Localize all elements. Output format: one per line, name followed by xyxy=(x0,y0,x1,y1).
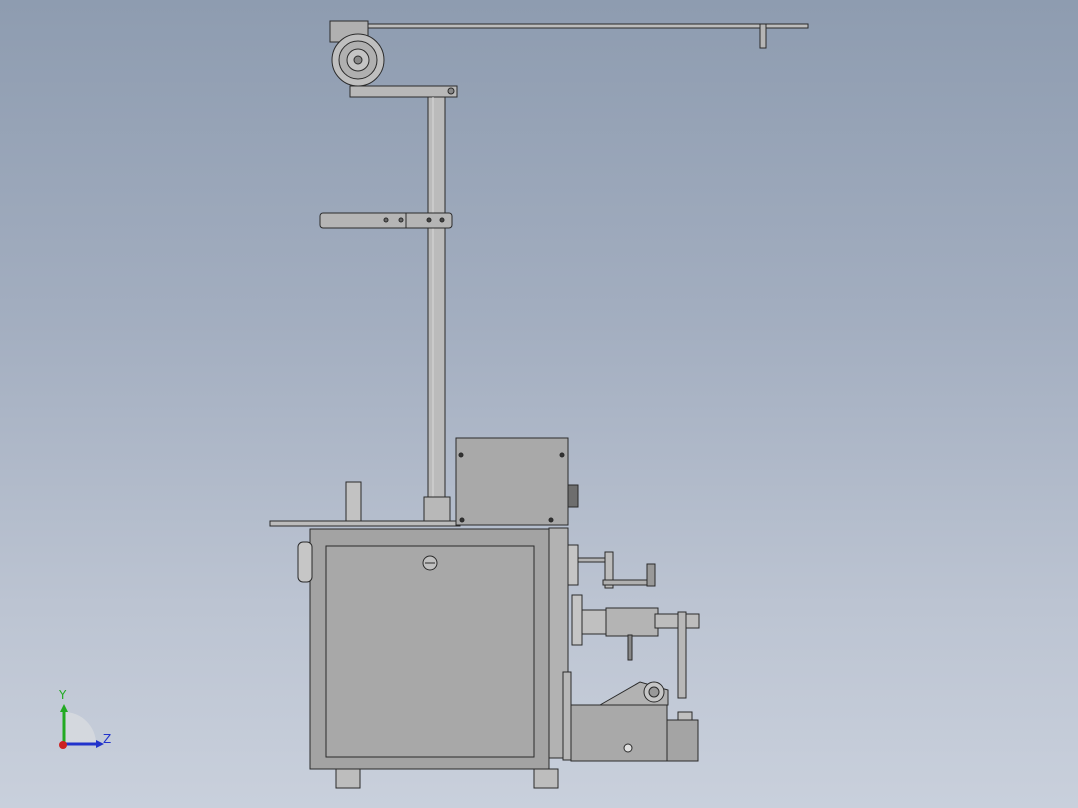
graphics-viewport[interactable]: Y Z xyxy=(0,0,1078,808)
triad-z-label: Z xyxy=(103,732,112,746)
triad-y-label: Y xyxy=(59,688,67,702)
coordinate-triad-icon xyxy=(59,704,104,749)
